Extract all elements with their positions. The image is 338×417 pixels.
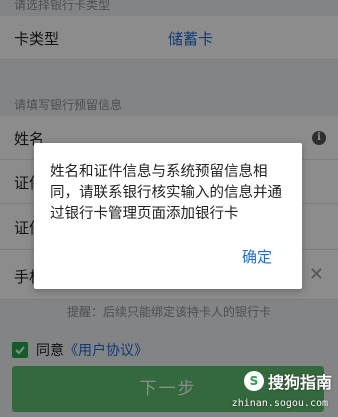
sogou-logo-icon: S bbox=[243, 371, 264, 391]
watermark-brand: 搜狗指南 bbox=[267, 373, 332, 392]
dialog-message: 姓名和证件信息与系统预留信息相同，请联系银行核实输入的信息并通过银行卡管理页面添… bbox=[50, 164, 282, 222]
sogou-watermark: S 搜狗指南 bbox=[243, 369, 332, 393]
dialog-confirm-button[interactable]: 确定 bbox=[242, 246, 272, 267]
alert-dialog: 姓名和证件信息与系统预留信息相同，请联系银行核实输入的信息并通过银行卡管理页面添… bbox=[34, 143, 302, 289]
watermark-url: zhinan.sogou.com bbox=[231, 398, 328, 409]
